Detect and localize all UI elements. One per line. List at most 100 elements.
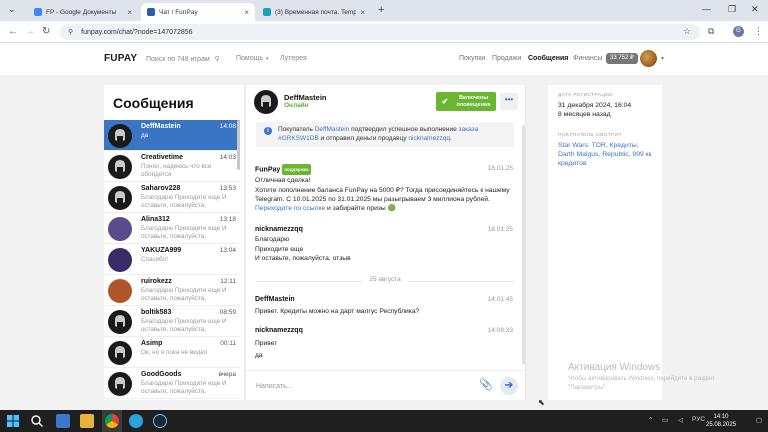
contact-preview: Благодарю Приходите еще И оставьте, пожа… [141,225,227,240]
system-clock[interactable]: 14:10 25.08.2025 [706,413,736,429]
close-icon[interactable]: × [360,8,365,17]
forward-icon[interactable]: → [25,26,35,37]
seller-link[interactable]: nicknamezzqq [408,135,450,142]
chat-panel: DeffMastein Онлайн ✔ Включены оповещения … [245,85,526,400]
funpay-icon [147,8,155,16]
viewing-offer-link[interactable]: Star Wars: TOR, Кредиты, Darth Malgus, R… [558,141,652,168]
contact-avatar [108,341,132,365]
contact-item[interactable]: ruirokezz 12:11 Благодарю Приходите еще И … [104,275,240,306]
message-author[interactable]: nicknamezzqq [255,226,303,233]
contact-name: DeffMastein [141,123,181,130]
contact-item[interactable]: Alina312 13:18 Благодарю Приходите еще И о… [104,213,240,244]
contact-item[interactable]: GoodGoods вчера Благодарю Приходите еще И … [104,368,240,399]
bookmark-star-icon[interactable]: ☆ [683,26,691,37]
buyer-link[interactable]: DeffMastein [315,126,350,133]
purchases-link[interactable]: Покупки [459,55,485,62]
message-line: Привет. Кредиты можно на дарт малгус Рес… [255,308,420,316]
finance-link[interactable]: Финансы [573,55,602,62]
messages-link[interactable]: Сообщения [528,55,568,62]
contact-avatar [108,155,132,179]
url-field[interactable]: ⚲ funpay.com/chat/?node=147072856 [60,24,700,40]
message: FunPay поддержка 18.01.25 Отличная сделка… [255,164,517,213]
windows-start-icon[interactable] [6,414,20,428]
chat-scrollbar[interactable] [522,125,525,365]
volume-icon[interactable]: ◁ [678,416,683,424]
contacts-scrollbar[interactable] [237,120,240,170]
contact-item[interactable]: boltik583 08:59 Благодарю Приходите еще И … [104,306,240,337]
contact-item[interactable]: DeffMastein 14:08 да [104,120,240,151]
close-icon[interactable]: × [244,8,249,17]
logo-part: PAY [117,53,138,64]
notif-label: Включены оповещения [451,95,496,108]
minimize-icon[interactable]: — [702,4,711,14]
watermark-text: Чтобы активировать Windows, перейдите в … [568,375,715,391]
contact-name: Alina312 [141,216,170,223]
clock-date: 25.08.2025 [706,422,737,428]
contact-item[interactable]: YAKUZA999 13:04 Спасибо! [104,244,240,275]
help-menu[interactable]: Помощь ▾ [236,55,269,62]
steam-icon[interactable] [153,414,167,428]
message-author[interactable]: FunPay [255,166,280,173]
lottery-link[interactable]: Лутерея [280,55,307,62]
promo-link[interactable]: Переходите по ссылке [255,205,325,212]
contact-avatar [108,248,132,272]
sales-link[interactable]: Продажи [492,55,521,62]
notif-line: Включены [458,95,489,101]
contact-item[interactable]: Saharov228 13:53 Благодарю Приходите еще И… [104,182,240,213]
tab-google-docs[interactable]: FP - Google Документы × [28,3,138,21]
contact-name: ruirokezz [141,278,172,285]
contact-name: Asimp [141,340,163,347]
site-info-icon[interactable]: ⚲ [68,28,73,36]
telegram-icon[interactable] [129,414,143,428]
tab-funpay-chat[interactable]: Чат / FunPay × [141,3,255,21]
maximize-icon[interactable]: ❐ [728,4,736,15]
contact-item[interactable]: Creativetime 14:03 Понял, надеюсь что все … [104,151,240,182]
calculator-icon[interactable] [56,414,70,428]
system-text: Покупатель [278,126,315,133]
profile-icon[interactable]: G [733,26,744,37]
game-search[interactable]: Поиск по 748 играм ⚲ [146,55,220,64]
contact-name: Creativetime [141,154,184,161]
contact-preview: Понял, надеюсь что все обойдется [141,163,212,178]
message-input[interactable] [256,378,456,394]
mail-icon [263,8,271,16]
close-icon[interactable]: × [127,8,132,17]
message-line: И оставьте, пожалуйста, отзыв [255,254,351,262]
attach-icon[interactable]: 📎 [479,378,493,391]
send-button[interactable]: ➔ [500,377,518,395]
tab-title: FP - Google Документы [46,8,117,16]
reload-icon[interactable]: ↻ [42,26,50,37]
close-window-icon[interactable]: ✕ [751,4,759,15]
extensions-icon[interactable]: ⧉ [708,26,714,37]
viewing-label: ПОКУПАТЕЛЬ СМОТРИТ [558,133,622,138]
back-icon[interactable]: ← [8,26,18,37]
search-icon[interactable] [30,414,44,428]
registration-label: ДАТА РЕГИСТРАЦИИ [558,93,613,98]
chrome-icon[interactable] [105,414,119,428]
file-explorer-icon[interactable] [80,414,94,428]
funpay-logo[interactable]: FUPAY [104,53,137,64]
message-author[interactable]: DeffMastein [255,296,295,303]
contact-avatar [108,372,132,396]
network-icon[interactable]: ▭ [662,416,668,424]
tab-temp-mail[interactable]: (3) Временная почта. Temp e × [257,3,371,21]
notifications-toggle-button[interactable]: ✔ Включены оповещения [436,92,496,111]
chevron-down-icon[interactable]: ▾ [661,55,664,62]
menu-icon[interactable]: ⋮ [754,26,763,37]
message-author[interactable]: nicknamezzqq [255,327,303,334]
message-composer: 📎 ➔ [246,370,525,400]
balance-badge[interactable]: 33 752 ₽ [606,53,638,64]
notifications-icon[interactable]: ▢ [756,416,762,424]
contact-name: YAKUZA999 [141,247,182,254]
new-tab-icon[interactable]: + [378,4,384,16]
message-text: Благодарю Приходите еще И оставьте, пожа… [255,235,517,263]
contact-item[interactable]: Asimp 00:11 Ок, но я пока не видел [104,337,240,368]
docs-icon [34,8,42,16]
user-avatar[interactable] [640,50,657,67]
chat-avatar[interactable] [254,90,278,114]
tray-overflow-icon[interactable]: ⌃ [648,416,653,424]
language-indicator[interactable]: РУС [692,416,705,423]
more-options-button[interactable]: ••• [500,93,518,110]
chat-user-name[interactable]: DeffMastein [284,93,327,102]
tab-search-icon[interactable]: ⌄ [8,4,16,15]
